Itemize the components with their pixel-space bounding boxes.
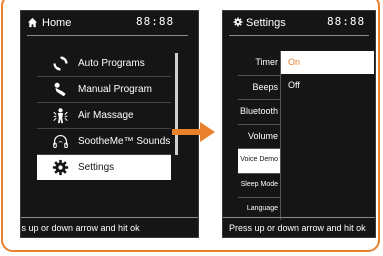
menu-item-auto-programs[interactable]: Auto Programs: [37, 51, 171, 76]
circular-arrows-icon: [53, 56, 68, 71]
settings-topbar: Settings 88:88: [223, 11, 375, 35]
menu-item-settings[interactable]: Settings: [37, 154, 171, 180]
home-topbar: Home 88:88: [21, 11, 198, 35]
menu-item-label: Sleep Mode: [240, 180, 278, 188]
menu-item-label: Manual Program: [78, 84, 152, 95]
home-icon: [27, 17, 38, 28]
hint-text: Press up or down arrow and hit ok: [21, 223, 140, 233]
option-label: On: [288, 57, 301, 67]
settings-options: On Off: [281, 51, 374, 97]
gear-icon: [233, 17, 243, 27]
header-divider: [229, 35, 369, 36]
right-arrow-icon: [172, 122, 215, 142]
menu-item-label: Auto Programs: [78, 58, 145, 69]
headphones-icon: [53, 134, 68, 148]
page-title: Settings: [246, 17, 286, 29]
page-title: Home: [42, 17, 72, 29]
hint-text: Press up or down arrow and hit ok: [229, 223, 366, 233]
menu-item-label: Volume: [247, 130, 278, 141]
menu-item-label: SootheMe™ Sounds: [78, 136, 171, 147]
option-off[interactable]: Off: [281, 74, 374, 97]
footer-divider: [21, 217, 198, 218]
menu-item-label: Bluetooth: [239, 106, 278, 116]
menu-item-sootheme-sounds[interactable]: SootheMe™ Sounds: [37, 128, 171, 154]
settings-screen: Settings 88:88 Timer Beeps Bluetooth Vol…: [222, 10, 376, 238]
menu-item-volume[interactable]: Volume: [238, 123, 280, 149]
menu-item-label: Air Massage: [78, 110, 134, 121]
menu-item-label: Settings: [78, 162, 115, 173]
clock-display: 88:88: [136, 15, 175, 28]
menu-item-beeps[interactable]: Beeps: [238, 74, 280, 100]
clock-display: 88:88: [327, 15, 366, 28]
menu-item-voice-demo[interactable]: Voice Demo: [238, 148, 280, 173]
header-divider: [27, 35, 188, 36]
footer-divider: [223, 217, 375, 218]
air-figure-icon: [53, 108, 68, 124]
menu-item-air-massage[interactable]: Air Massage: [37, 102, 171, 128]
option-label: Off: [288, 80, 300, 90]
menu-item-sleep-mode[interactable]: Sleep Mode: [238, 172, 280, 198]
menu-item-label: Beeps: [252, 81, 278, 92]
settings-menu: Timer Beeps Bluetooth Volume Voice Demo …: [238, 51, 280, 222]
hand-icon: [54, 82, 66, 97]
menu-item-manual-program[interactable]: Manual Program: [37, 76, 171, 102]
gear-icon: [52, 159, 69, 176]
menu-item-label: Voice Demo: [240, 156, 278, 163]
home-menu: Auto Programs Manual Program Air Massage: [37, 51, 171, 180]
menu-item-label: Timer: [255, 57, 278, 67]
menu-item-label: Language: [246, 205, 278, 212]
menu-item-bluetooth[interactable]: Bluetooth: [238, 99, 280, 124]
menu-item-timer[interactable]: Timer: [238, 51, 280, 75]
option-on[interactable]: On: [281, 51, 374, 74]
